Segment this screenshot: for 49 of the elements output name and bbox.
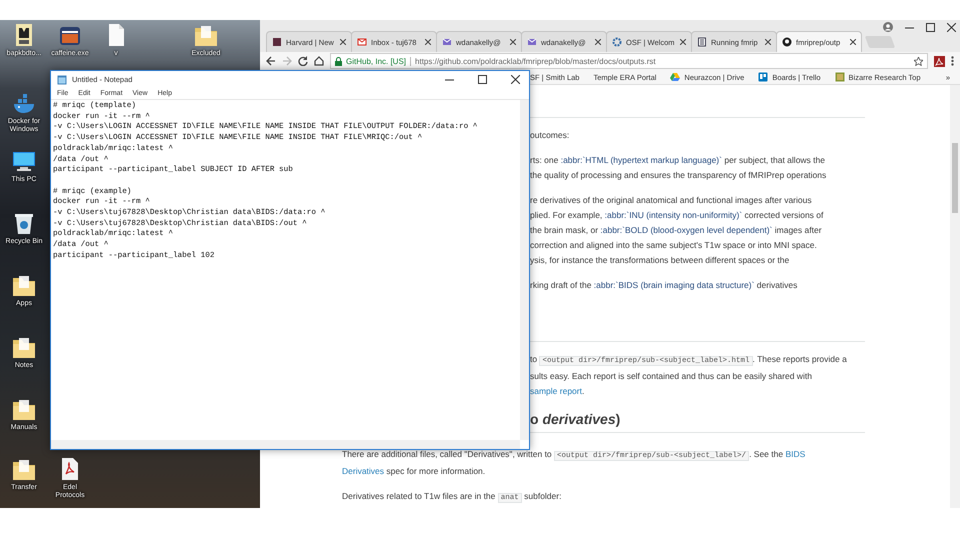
paragraph-line: rts: one :abbr:`HTML (hypertext markup language)` per subject, that allows the [530, 154, 826, 167]
star-icon[interactable] [914, 56, 923, 66]
paragraph-line: outcomes: [530, 129, 570, 142]
scrollbar[interactable] [950, 85, 960, 508]
document-icon [697, 37, 707, 47]
close-icon[interactable] [510, 39, 516, 45]
thumbnail-icon [834, 72, 845, 82]
notepad-icon [57, 74, 67, 84]
crest-icon [272, 37, 282, 47]
paragraph-line: ysis, for instance the transformations between different spaces or the [530, 254, 790, 267]
paragraph-line: Derivatives spec for more information. [342, 465, 486, 478]
paragraph-line: re derivatives of the original anatomical and functional images after various [530, 194, 813, 207]
close-icon[interactable] [680, 39, 686, 45]
vertical-scrollbar[interactable] [520, 100, 529, 440]
back-arrow-icon[interactable] [266, 56, 276, 66]
address-bar[interactable]: GitHub, Inc. [US] https://github.com/poldracklab/fmriprep/blob/master/docs/outputs.rst [330, 53, 928, 69]
paragraph-line: the brain mask, or :abbr:`BOLD (blood-oxygen level dependent)` images after [530, 224, 823, 237]
paragraph-line: plied. For example, :abbr:`INU (intensity non-uniformity)` corrected versions of [530, 209, 824, 222]
maximize-icon[interactable] [926, 22, 935, 32]
close-icon[interactable] [850, 39, 856, 45]
paragraph-line: correction and aligned into the same subject's T1w space or into MNI space. [530, 239, 818, 252]
paragraph-line: rking draft of the :abbr:`BIDS (brain imaging data structure)` derivatives [530, 279, 798, 292]
close-icon[interactable] [510, 75, 520, 84]
close-icon[interactable] [425, 39, 431, 45]
paragraph-line: sults easy. Each report is self contained and thus can be easily shared with [530, 370, 813, 383]
scrollbar-thumb[interactable] [952, 143, 958, 213]
menu-dots-icon[interactable] [951, 56, 954, 66]
close-icon[interactable] [340, 39, 346, 45]
pdf-extension-icon[interactable] [934, 56, 945, 66]
paragraph-line: sample report. [530, 385, 586, 398]
maximize-icon[interactable] [478, 75, 486, 84]
section-heading: o derivatives) [530, 409, 865, 433]
close-icon[interactable] [947, 22, 956, 32]
envelope-icon [527, 37, 537, 47]
mail-icon [357, 37, 367, 47]
triangle-logo-icon [670, 72, 680, 82]
envelope-icon [442, 37, 452, 47]
close-icon[interactable] [765, 39, 771, 45]
lock-icon [335, 56, 342, 66]
close-icon[interactable] [595, 39, 601, 45]
horizontal-scrollbar[interactable] [51, 440, 520, 449]
text-link[interactable]: BIDS [785, 449, 806, 459]
paragraph-line: the quality of processing and ensures the transparency of fMRIPrep operations [530, 169, 828, 182]
home-icon[interactable] [314, 56, 324, 66]
text-link[interactable]: sample report [530, 386, 582, 396]
gear-icon [612, 37, 622, 47]
reload-icon[interactable] [298, 56, 308, 66]
text-link[interactable]: Derivatives [342, 466, 384, 476]
user-icon[interactable] [883, 22, 893, 32]
